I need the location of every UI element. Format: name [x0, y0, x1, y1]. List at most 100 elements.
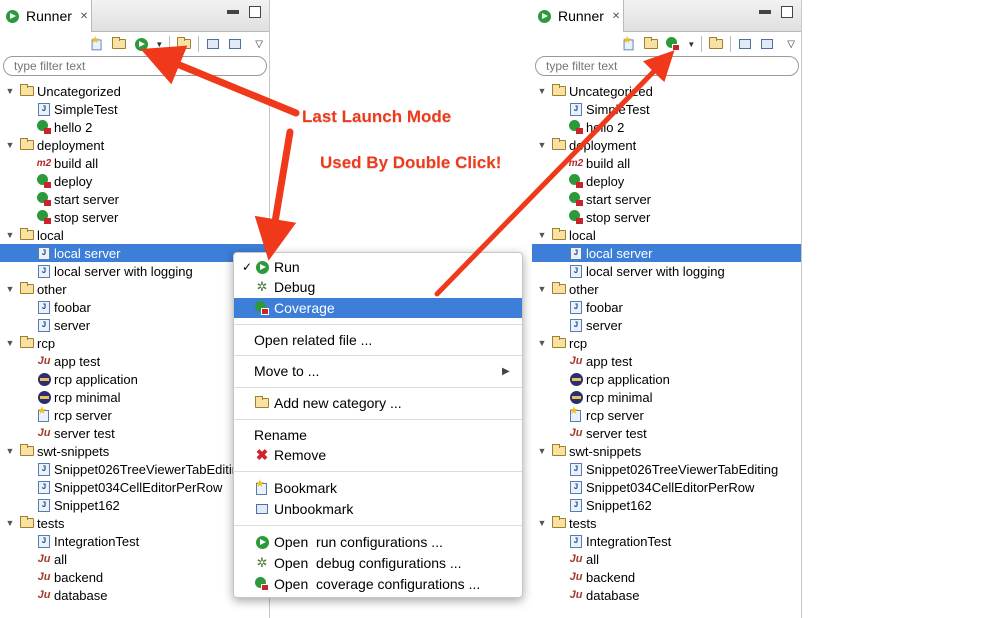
tree-item[interactable]: Jlocal server with logging [0, 262, 269, 280]
tree-item[interactable]: Ju app test [0, 352, 269, 370]
expand-triangle-icon[interactable]: ▼ [5, 140, 15, 150]
collapse-all-icon[interactable] [737, 37, 753, 51]
tree-item[interactable]: Jserver [532, 316, 801, 334]
tree-item[interactable]: Jlocal server [532, 244, 801, 262]
expand-triangle-icon[interactable]: ▼ [5, 338, 15, 348]
menu-item-add-category[interactable]: Add new category ... [234, 393, 522, 413]
new-category-icon[interactable] [111, 37, 127, 51]
tree-category[interactable]: ▼ tests [532, 514, 801, 532]
expand-triangle-icon[interactable]: ▼ [5, 446, 15, 456]
tree-item[interactable]: stop server [532, 208, 801, 226]
menu-item-run[interactable]: ✓ Run [234, 257, 522, 277]
expand-triangle-icon[interactable]: ▼ [537, 446, 547, 456]
menu-item-open-related[interactable]: Open related file ... [234, 330, 522, 350]
expand-all-icon[interactable] [227, 37, 243, 51]
expand-triangle-icon[interactable]: ▼ [5, 86, 15, 96]
tree-item[interactable]: Ju database [532, 586, 801, 604]
menu-item-open-debug-configurations[interactable]: ✲ Open debug configurations ... [234, 553, 522, 573]
runner-tab[interactable]: Runner ✕ [0, 0, 92, 32]
tree-category[interactable]: ▼ tests [0, 514, 269, 532]
tree-item[interactable]: J Snippet162 [532, 496, 801, 514]
expand-triangle-icon[interactable]: ▼ [537, 140, 547, 150]
tree-item[interactable]: J Snippet034CellEditorPerRow [532, 478, 801, 496]
new-launch-icon[interactable]: ★ [89, 35, 105, 51]
launch-mode-dropdown-icon[interactable]: ▼ [155, 40, 163, 49]
menu-item-debug[interactable]: ✲ Debug [234, 277, 522, 297]
tree-item[interactable]: start server [532, 190, 801, 208]
launch-mode-dropdown-icon[interactable]: ▼ [687, 40, 695, 49]
maximize-button[interactable] [781, 6, 793, 18]
maximize-button[interactable] [249, 6, 261, 18]
tree-item[interactable]: Ju database [0, 586, 269, 604]
view-menu-icon[interactable]: ▽ [255, 39, 263, 50]
menu-item-open-run-configurations[interactable]: Open run configurations ... [234, 532, 522, 552]
expand-triangle-icon[interactable]: ▼ [537, 338, 547, 348]
tree-category[interactable]: ▼ local [532, 226, 801, 244]
collapse-all-icon[interactable] [205, 37, 221, 51]
tree-item[interactable]: Ju all [532, 550, 801, 568]
tree-item[interactable]: Ju all [0, 550, 269, 568]
close-icon[interactable]: ✕ [612, 11, 620, 22]
tree-item[interactable]: Ju backend [0, 568, 269, 586]
launch-mode-run-icon[interactable] [133, 37, 149, 51]
expand-all-icon[interactable] [759, 37, 775, 51]
minimize-button[interactable] [227, 10, 239, 14]
tree-item[interactable]: J Snippet034CellEditorPerRow [0, 478, 269, 496]
menu-item-open-coverage-configurations[interactable]: Open coverage configurations ... [234, 574, 522, 594]
tree-item[interactable]: m2 build all [0, 154, 269, 172]
tree-item[interactable]: m2 build all [532, 154, 801, 172]
tree-item[interactable]: Ju server test [532, 424, 801, 442]
new-category-icon[interactable] [643, 37, 659, 51]
expand-triangle-icon[interactable]: ▼ [5, 284, 15, 294]
filter-input[interactable] [3, 56, 267, 76]
tree-item[interactable]: J SimpleTest [532, 100, 801, 118]
tree-category[interactable]: ▼ Uncategorized [532, 82, 801, 100]
menu-item-move-to[interactable]: Move to ... ▶ [234, 361, 522, 381]
menu-item-bookmark[interactable]: ★ Bookmark [234, 478, 522, 498]
tree-item[interactable]: Ju app test [532, 352, 801, 370]
close-icon[interactable]: ✕ [80, 11, 88, 22]
tree-item[interactable]: deploy [532, 172, 801, 190]
tree-category[interactable]: ▼ rcp [532, 334, 801, 352]
tree-item[interactable]: Jfoobar [0, 298, 269, 316]
tree-category[interactable]: ▼ deployment [0, 136, 269, 154]
tree-item[interactable]: J IntegrationTest [532, 532, 801, 550]
tree-category[interactable]: ▼ other [532, 280, 801, 298]
tree-item[interactable]: Jlocal server with logging [532, 262, 801, 280]
tree-item[interactable]: hello 2 [0, 118, 269, 136]
tree-item[interactable]: J Snippet162 [0, 496, 269, 514]
new-launch-icon[interactable]: ★ [621, 35, 637, 51]
tree-item[interactable]: rcp application [532, 370, 801, 388]
menu-item-rename[interactable]: Rename [234, 425, 522, 445]
tree-item[interactable]: ★ rcp server [0, 405, 269, 424]
tree-item[interactable]: Ju backend [532, 568, 801, 586]
launch-mode-coverage-icon[interactable] [665, 37, 681, 51]
tree-item[interactable]: J IntegrationTest [0, 532, 269, 550]
tree-item[interactable]: start server [0, 190, 269, 208]
tree-item[interactable]: stop server [0, 208, 269, 226]
filter-input[interactable] [535, 56, 799, 76]
expand-triangle-icon[interactable]: ▼ [537, 230, 547, 240]
tree-item[interactable]: deploy [0, 172, 269, 190]
tree-category[interactable]: ▼ swt-snippets [532, 442, 801, 460]
minimize-button[interactable] [759, 10, 771, 14]
tree-category[interactable]: ▼ Uncategorized [0, 82, 269, 100]
runner-tab[interactable]: Runner ✕ [532, 0, 624, 32]
tree-category[interactable]: ▼ swt-snippets [0, 442, 269, 460]
tree-category[interactable]: ▼ deployment [532, 136, 801, 154]
tree-item[interactable]: J Snippet026TreeViewerTabEditing [532, 460, 801, 478]
tree-category[interactable]: ▼ rcp [0, 334, 269, 352]
menu-item-unbookmark[interactable]: Unbookmark [234, 499, 522, 519]
expand-triangle-icon[interactable]: ▼ [5, 518, 15, 528]
expand-triangle-icon[interactable]: ▼ [537, 86, 547, 96]
open-folder-icon[interactable] [176, 37, 192, 51]
tree-item[interactable]: rcp application [0, 370, 269, 388]
tree-category[interactable]: ▼ local [0, 226, 269, 244]
view-menu-icon[interactable]: ▽ [787, 39, 795, 50]
expand-triangle-icon[interactable]: ▼ [5, 230, 15, 240]
tree-item[interactable]: Jfoobar [532, 298, 801, 316]
tree-item[interactable]: ★ rcp server [532, 405, 801, 424]
tree-item[interactable]: J SimpleTest [0, 100, 269, 118]
tree-item[interactable]: J Snippet026TreeViewerTabEditing [0, 460, 269, 478]
menu-item-remove[interactable]: ✖ Remove [234, 445, 522, 465]
